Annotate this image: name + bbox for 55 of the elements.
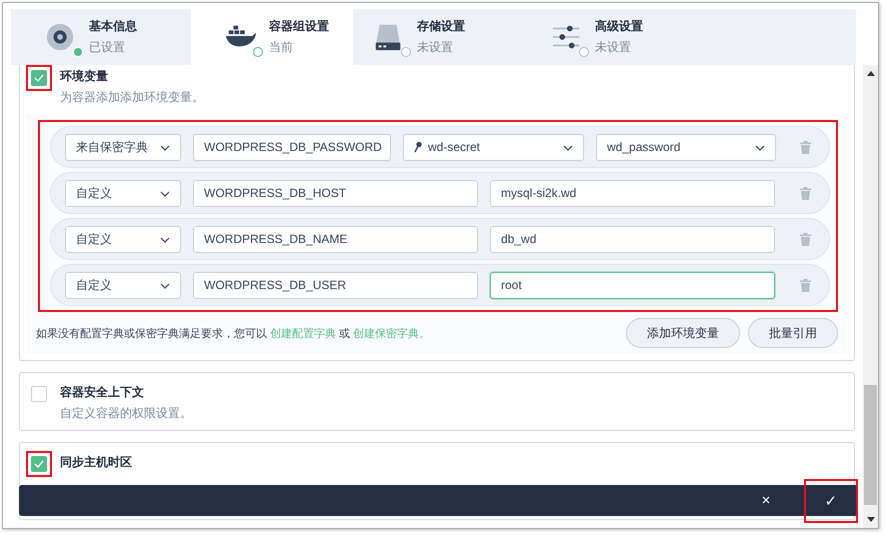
step-status: 已设置 [89,39,126,56]
step-title: 基本信息 [89,18,137,35]
key-icon [414,141,422,153]
caret-icon [755,145,765,151]
dropdown[interactable]: 自定义 [65,226,181,252]
step-tab[interactable]: 基本信息 已设置 [11,9,191,65]
step-title: 高级设置 [595,18,643,35]
confirm-button[interactable]: ✓ [813,486,849,514]
hint-text: 如果没有配置字典或保密字典满足要求，您可以 创建配置字典 或 创建保密字典。 [36,326,430,340]
section-description: 自定义容器的权限设置。 [60,405,192,422]
scrollbar[interactable] [863,65,878,528]
caret-icon [160,237,170,243]
scroll-up-icon[interactable] [866,71,874,76]
checkbox[interactable] [31,386,47,402]
step-status: 未设置 [595,39,632,56]
caret-icon [160,191,170,197]
close-button[interactable]: × [748,486,784,514]
dropdown[interactable]: 自定义 [65,272,181,298]
dropdown[interactable]: wd_password [596,134,776,160]
check-icon [34,460,44,468]
dropdown[interactable]: 来自保密字典 [65,134,181,160]
step-tab[interactable]: 存储设置 未设置 [353,9,517,65]
button[interactable]: 添加环境变量 [626,318,740,348]
trash-icon[interactable] [800,278,811,292]
trash-icon[interactable] [800,140,811,154]
input-field[interactable]: root [490,272,775,298]
caret-icon [563,145,573,151]
button[interactable]: 批量引用 [748,318,838,348]
step-title: 存储设置 [417,18,465,35]
trash-icon[interactable] [800,186,811,200]
input-field[interactable]: mysql-si2k.wd [490,180,775,206]
checkbox[interactable] [31,456,47,472]
step-title: 容器组设置 [269,18,329,35]
step-tab[interactable]: 容器组设置 当前 [191,9,353,65]
section-title: 环境变量 [60,68,109,85]
step-status: 未设置 [417,39,454,56]
caret-icon [160,145,170,151]
input-field[interactable]: WORDPRESS_DB_PASSWORD [193,134,391,160]
trash-icon[interactable] [800,232,811,246]
caret-icon [160,283,170,289]
dropdown[interactable]: wd-secret [403,134,584,160]
input-field[interactable]: db_wd [490,226,775,252]
section-title: 容器安全上下文 [60,384,145,401]
step-status: 当前 [269,39,294,56]
section-description: 为容器添加添加环境变量。 [60,89,204,106]
input-field[interactable]: WORDPRESS_DB_HOST [193,180,478,206]
scroll-thumb[interactable] [864,385,877,505]
step-tab[interactable]: 高级设置 未设置 [517,9,679,65]
input-field[interactable]: WORDPRESS_DB_USER [193,272,478,298]
check-icon [34,74,44,82]
dropdown[interactable]: 自定义 [65,180,181,206]
scroll-down-icon[interactable] [866,517,874,522]
input-field[interactable]: WORDPRESS_DB_NAME [193,226,478,252]
section-title: 同步主机时区 [60,454,132,471]
checkbox[interactable] [31,70,47,86]
